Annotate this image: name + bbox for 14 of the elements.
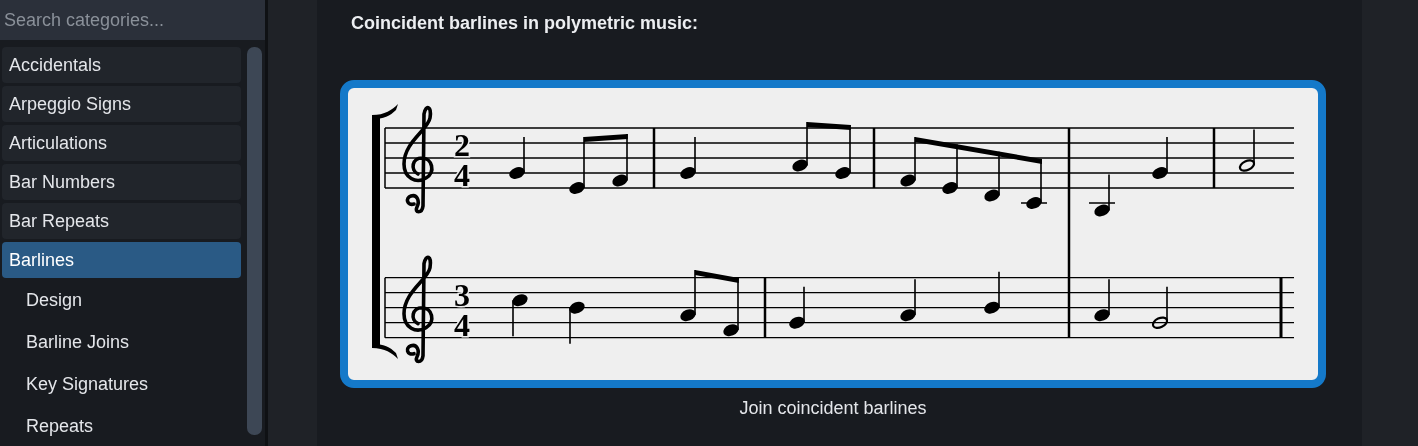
example-caption: Join coincident barlines (739, 398, 927, 418)
sidebar-item[interactable]: Bar Numbers (2, 164, 241, 200)
sidebar-subitem[interactable]: Barline Joins (2, 323, 241, 362)
sidebar-subitem[interactable]: Repeats (2, 407, 241, 446)
search-field[interactable]: Search categories... (0, 0, 265, 40)
sidebar-item[interactable]: Bar Repeats (2, 203, 241, 239)
section-heading: Coincident barlines in polymetric music: (351, 13, 700, 35)
sidebar-item[interactable]: Articulations (2, 125, 241, 161)
sidebar-item[interactable]: Arpeggio Signs (2, 86, 241, 122)
sidebar-subitem[interactable]: Design (2, 281, 241, 320)
sidebar-item[interactable]: Barlines (2, 242, 241, 278)
sidebar-subitem[interactable]: Key Signatures (2, 365, 241, 404)
sidebar-item[interactable]: Accidentals (2, 47, 241, 83)
scrollbar[interactable] (247, 47, 262, 435)
